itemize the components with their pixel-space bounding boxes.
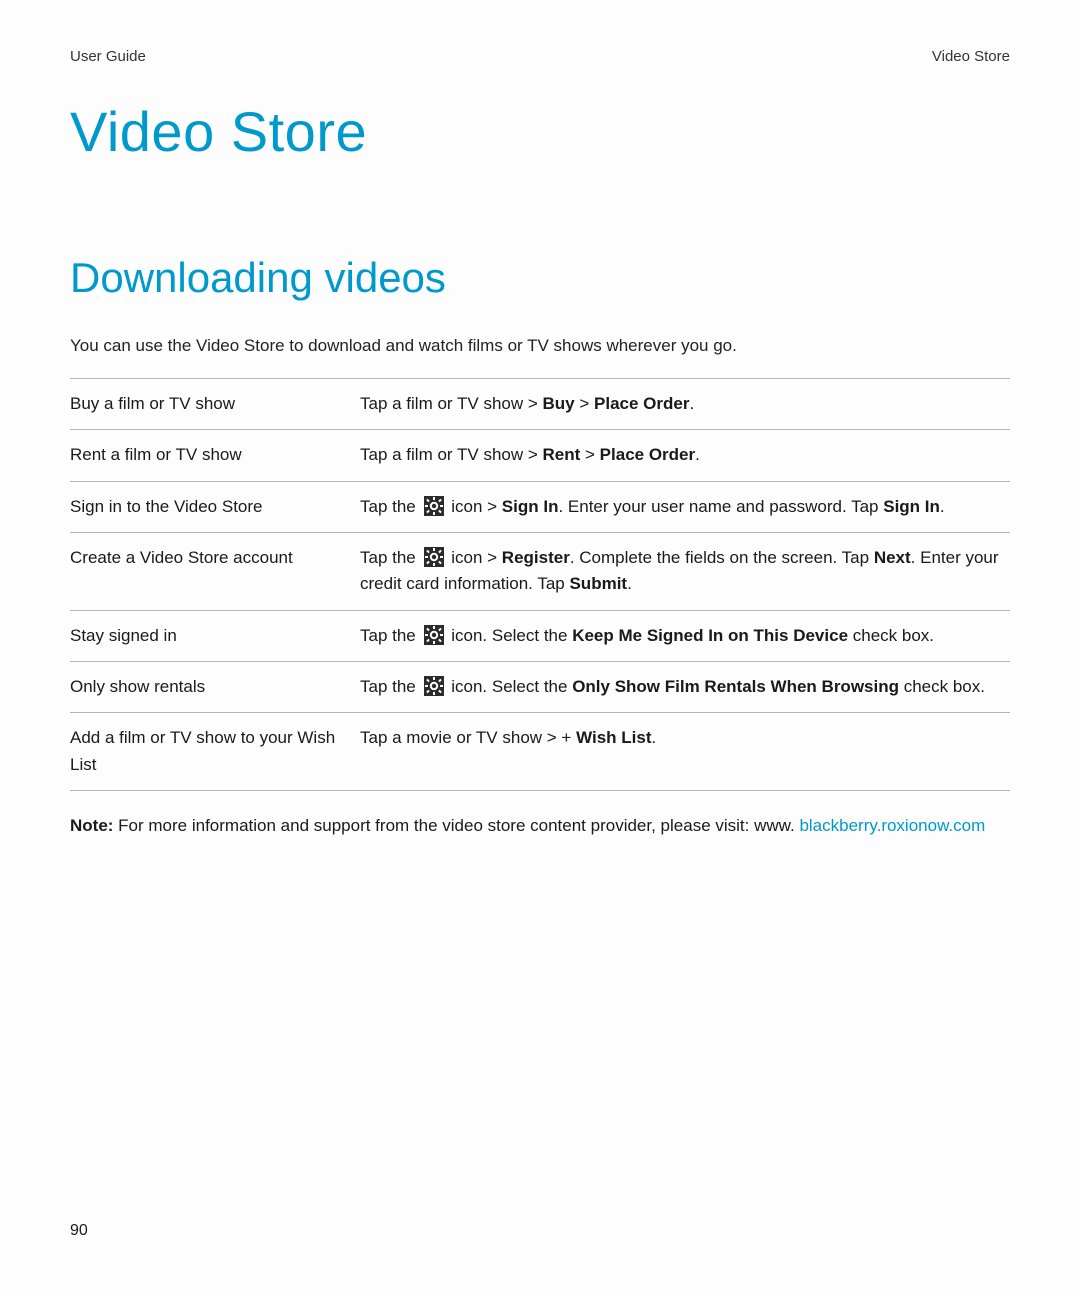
table-row: Stay signed in Tap the icon. Select the … [70, 610, 1010, 661]
gear-icon [424, 676, 444, 696]
text: . Complete the fields on the screen. Tap [570, 548, 874, 567]
bold-text: Keep Me Signed In on This Device [572, 626, 848, 645]
page-title: Video Store [70, 99, 1010, 164]
text: Tap the [360, 626, 421, 645]
table-row: Create a Video Store account Tap the ico… [70, 533, 1010, 611]
bold-text: Submit [569, 574, 627, 593]
action-name: Rent a film or TV show [70, 430, 360, 481]
action-steps: Tap the icon. Select the Keep Me Signed … [360, 610, 1010, 661]
action-steps: Tap a film or TV show > Buy > Place Orde… [360, 379, 1010, 430]
bold-text: Rent [543, 445, 581, 464]
header-left: User Guide [70, 48, 146, 65]
action-name: Only show rentals [70, 662, 360, 713]
action-name: Stay signed in [70, 610, 360, 661]
action-steps: Tap the icon > Register. Complete the fi… [360, 533, 1010, 611]
text: Tap the [360, 677, 421, 696]
table-row: Rent a film or TV show Tap a film or TV … [70, 430, 1010, 481]
intro-paragraph: You can use the Video Store to download … [70, 336, 1010, 356]
gear-icon [424, 625, 444, 645]
bold-text: Place Order [594, 394, 689, 413]
text: icon. Select the [447, 677, 573, 696]
action-name: Buy a film or TV show [70, 379, 360, 430]
text: icon. Select the [447, 626, 573, 645]
table-row: Add a film or TV show to your Wish List … [70, 713, 1010, 791]
bold-text: Wish List [576, 728, 651, 747]
text: Tap a film or TV show > [360, 445, 543, 464]
bold-text: Buy [543, 394, 575, 413]
text: . [940, 497, 945, 516]
table-row: Sign in to the Video Store Tap the icon … [70, 481, 1010, 532]
text: icon > [447, 497, 502, 516]
text: . [627, 574, 632, 593]
text: check box. [848, 626, 934, 645]
note-link[interactable]: blackberry.roxionow.com [799, 816, 985, 835]
bold-text: Next [874, 548, 911, 567]
action-name: Add a film or TV show to your Wish List [70, 713, 360, 791]
text: check box. [899, 677, 985, 696]
text: icon > [447, 548, 502, 567]
text: Tap a movie or TV show > + [360, 728, 576, 747]
text: Tap a film or TV show > [360, 394, 543, 413]
note-paragraph: Note: For more information and support f… [70, 813, 1010, 839]
gear-icon [424, 496, 444, 516]
table-row: Only show rentals Tap the icon. Select t… [70, 662, 1010, 713]
bold-text: Sign In [883, 497, 940, 516]
text: . [689, 394, 694, 413]
bold-text: Only Show Film Rentals When Browsing [572, 677, 899, 696]
note-text: For more information and support from th… [118, 816, 799, 835]
text: . Enter your user name and password. Tap [558, 497, 883, 516]
bold-text: Sign In [502, 497, 559, 516]
action-steps: Tap the icon > Sign In. Enter your user … [360, 481, 1010, 532]
page-number: 90 [70, 1222, 88, 1240]
section-heading: Downloading videos [70, 254, 1010, 302]
gear-icon [424, 547, 444, 567]
action-steps: Tap the icon. Select the Only Show Film … [360, 662, 1010, 713]
action-steps: Tap a movie or TV show > + Wish List. [360, 713, 1010, 791]
header-right: Video Store [932, 48, 1010, 65]
text: . [651, 728, 656, 747]
bold-text: Place Order [600, 445, 695, 464]
text: Tap the [360, 497, 421, 516]
text: Tap the [360, 548, 421, 567]
text: . [695, 445, 700, 464]
table-row: Buy a film or TV show Tap a film or TV s… [70, 379, 1010, 430]
actions-table: Buy a film or TV show Tap a film or TV s… [70, 378, 1010, 791]
action-name: Sign in to the Video Store [70, 481, 360, 532]
action-name: Create a Video Store account [70, 533, 360, 611]
action-steps: Tap a film or TV show > Rent > Place Ord… [360, 430, 1010, 481]
running-header: User Guide Video Store [70, 48, 1010, 65]
bold-text: Register [502, 548, 570, 567]
document-page: User Guide Video Store Video Store Downl… [0, 0, 1080, 1296]
text: > [580, 445, 599, 464]
text: > [575, 394, 594, 413]
note-label: Note: [70, 816, 118, 835]
